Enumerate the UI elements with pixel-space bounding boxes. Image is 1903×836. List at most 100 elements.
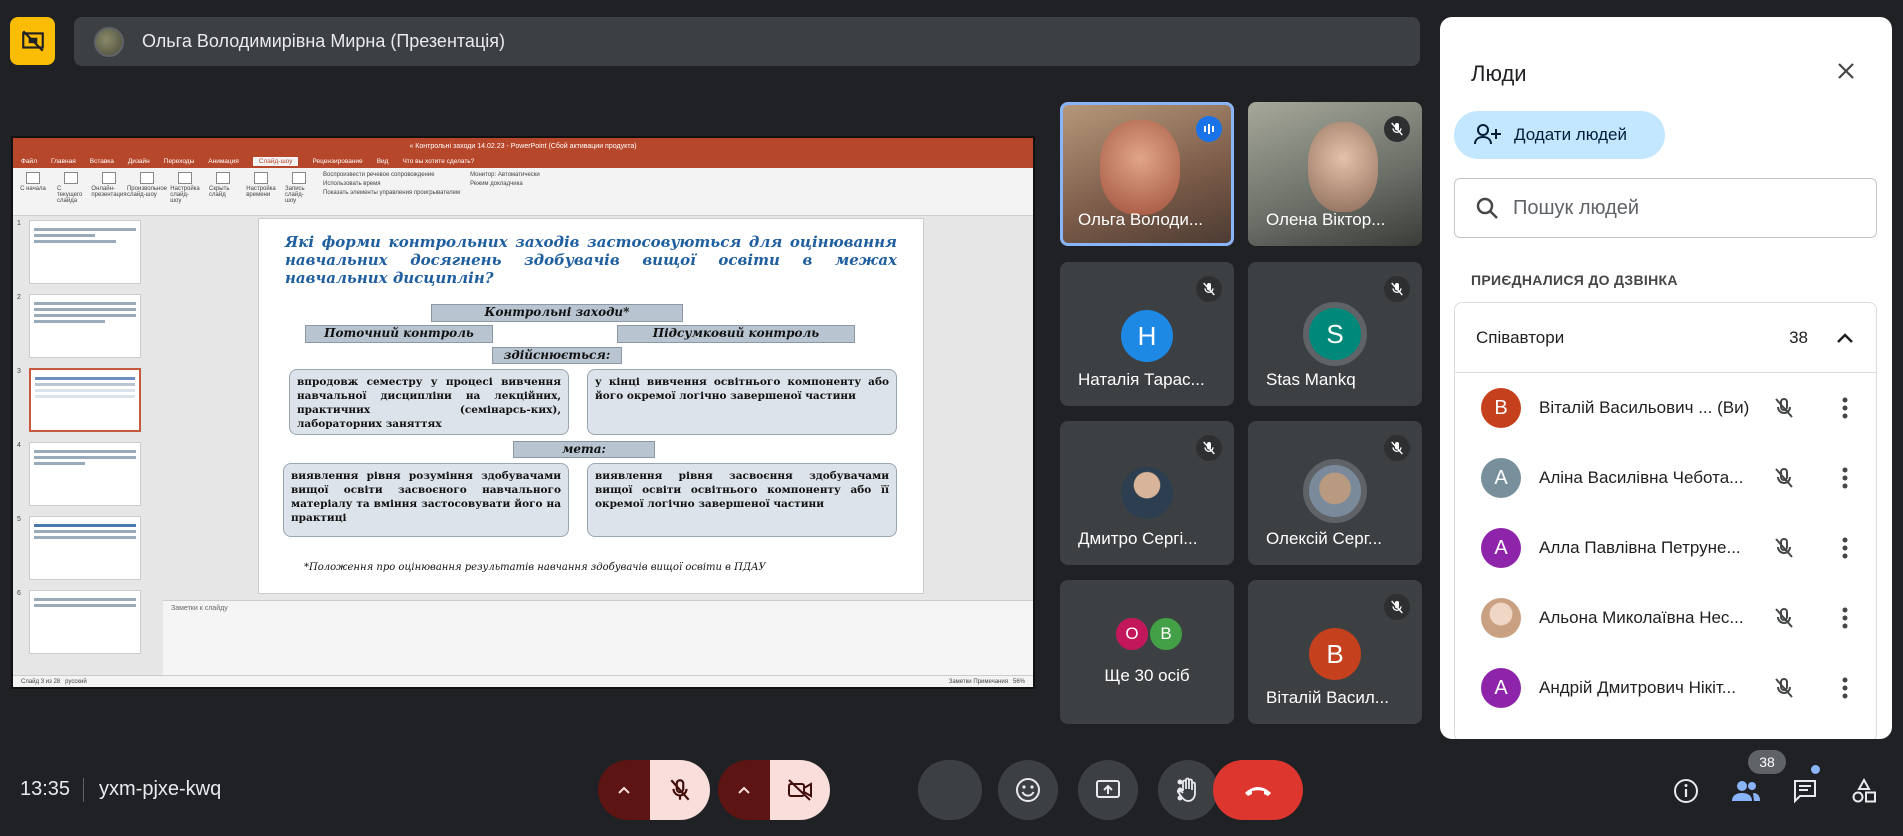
ppt-thumbnails: 1 2 3 4 5 6: [13, 216, 163, 675]
present-button[interactable]: [1078, 760, 1138, 820]
ppt-tab: Главная: [50, 157, 76, 165]
person-name: Віталій Васильович ... (Ви): [1539, 398, 1750, 417]
chevron-up-icon: [738, 786, 750, 794]
slide-goal-box: мета:: [513, 441, 655, 458]
more-vert-icon: [1842, 537, 1848, 559]
participant-tile[interactable]: Олена Віктор...: [1248, 102, 1422, 246]
meeting-time: 13:35: [20, 778, 71, 800]
ppt-status-bar: Слайд 3 из 28 русский Заметки Примечания…: [13, 675, 1033, 687]
emoji-icon: [1016, 778, 1040, 802]
mic-off-icon: [1384, 116, 1410, 142]
slide-area: Які форми контрольних заходів застосовую…: [163, 216, 1033, 675]
ppt-ribbon: С начала С текущего слайда Онлайн-презен…: [13, 168, 1033, 216]
slide-final-box: Підсумковий контроль: [617, 325, 855, 343]
person-row[interactable]: А Андрій Дмитрович Нікіт...: [1455, 653, 1876, 723]
section-label: ПРИЄДНАЛИСЯ ДО ДЗВІНКА: [1471, 272, 1678, 288]
search-people-input[interactable]: Пошук людей: [1454, 178, 1877, 238]
ppt-tabs: Файл Главная Вставка Дизайн Переходы Ани…: [13, 154, 1033, 168]
participant-avatar: S: [1303, 302, 1367, 366]
person-avatar: [1481, 598, 1521, 638]
participant-tile[interactable]: Дмитро Сергі...: [1060, 421, 1234, 565]
participant-tile[interactable]: Олексій Серг...: [1248, 421, 1422, 565]
person-name: Аліна Василівна Чебота...: [1539, 468, 1744, 487]
close-icon[interactable]: [1830, 55, 1862, 87]
ppt-ribbon-button: Скрыть слайд: [209, 172, 237, 211]
mic-off-icon: [1775, 678, 1793, 698]
group-header[interactable]: Співавтори 38: [1455, 303, 1876, 373]
mic-off-icon: [1775, 538, 1793, 558]
people-button[interactable]: [1730, 775, 1762, 807]
chevron-up-icon: [618, 786, 630, 794]
panel-title: Люди: [1471, 61, 1527, 86]
ppt-tab: Файл: [21, 157, 37, 165]
camera-control: [718, 760, 830, 820]
ppt-tab: Рецензирование: [312, 157, 363, 165]
person-row[interactable]: В Віталій Васильович ... (Ви): [1455, 373, 1876, 443]
participant-avatar: В: [1309, 628, 1361, 680]
participant-avatar: [1303, 459, 1367, 523]
ppt-ribbon-button: Запись слайд-шоу: [285, 172, 313, 211]
ppt-tab: Переходы: [163, 157, 195, 165]
camera-off-icon: [788, 779, 812, 801]
participant-tile[interactable]: Н Наталія Тарас...: [1060, 262, 1234, 406]
person-row[interactable]: А Алла Павлівна Петруне...: [1455, 513, 1876, 583]
slide-title: Які форми контрольних заходів застосовую…: [285, 233, 897, 287]
mic-off-icon: [1196, 435, 1222, 461]
slide-control-box: Контрольні заходи*: [431, 304, 683, 322]
participant-name: Ольга Володи...: [1078, 210, 1204, 229]
group-name: Співавтори: [1476, 327, 1565, 347]
mic-options-button[interactable]: [598, 760, 650, 820]
activities-icon: [1852, 778, 1876, 803]
people-count-badge: 38: [1748, 750, 1786, 774]
add-people-button[interactable]: Додати людей: [1454, 111, 1665, 159]
chat-button[interactable]: [1789, 775, 1821, 807]
participant-video: [1308, 122, 1378, 212]
ppt-tab: Вставка: [89, 157, 114, 165]
more-participants-label: Ще 30 осіб: [1104, 666, 1190, 685]
participant-tile[interactable]: S Stas Mankq: [1248, 262, 1422, 406]
camera-toggle-button[interactable]: [770, 760, 830, 820]
presenter-bar: Ольга Володимирівна Мирна (Презентація): [74, 17, 1420, 66]
slide-thumb: 5: [17, 516, 163, 580]
person-row[interactable]: Альона Миколаївна Нес...: [1455, 583, 1876, 653]
ppt-title-bar: « Контрольні заходи 14.02.23 - PowerPoin…: [13, 138, 1033, 154]
ppt-ribbon-button: Произвольное слайд-шоу: [127, 172, 167, 211]
mic-toggle-button[interactable]: [650, 760, 710, 820]
participant-name: Наталія Тарас...: [1078, 370, 1205, 389]
person-name: Альона Миколаївна Нес...: [1539, 608, 1744, 627]
participant-avatar: Н: [1121, 310, 1173, 362]
slide-thumb: 6: [17, 590, 163, 654]
person-name: Андрій Дмитрович Нікіт...: [1539, 678, 1736, 697]
participant-tile[interactable]: Ольга Володи...: [1060, 102, 1234, 246]
participant-name: Віталій Васил...: [1266, 688, 1389, 707]
presenter-title: Ольга Володимирівна Мирна (Презентація): [142, 31, 505, 51]
slide-thumb: 4: [17, 442, 163, 506]
person-row[interactable]: А Аліна Василівна Чебота...: [1455, 443, 1876, 513]
search-placeholder: Пошук людей: [1513, 196, 1640, 219]
present-icon: [1096, 780, 1120, 798]
mic-off-icon: [1775, 468, 1793, 488]
leave-call-button[interactable]: [1213, 760, 1303, 820]
ppt-tab-active: Слайд-шоу: [252, 156, 299, 166]
ppt-ribbon-button: С текущего слайда: [57, 172, 85, 211]
person-avatar: А: [1481, 528, 1521, 568]
participant-avatar: О: [1114, 616, 1150, 652]
more-vert-icon-wrap[interactable]: [1166, 760, 1194, 820]
presentation-indicator[interactable]: [10, 17, 55, 65]
ppt-body: 1 2 3 4 5 6 Які форми контрольних заході…: [13, 216, 1033, 675]
activities-button[interactable]: [1848, 775, 1880, 807]
person-name: Алла Павлівна Петруне...: [1539, 538, 1741, 557]
more-vert-icon: [1842, 467, 1848, 489]
slide-notes: Заметки к слайду: [163, 600, 1033, 675]
more-participants-tile[interactable]: О В Ще 30 осіб: [1060, 580, 1234, 724]
shared-screen: « Контрольні заходи 14.02.23 - PowerPoin…: [11, 136, 1035, 689]
participant-tile[interactable]: В Віталій Васил...: [1248, 580, 1422, 724]
ppt-tab: Что вы хотите сделать?: [402, 157, 475, 165]
info-icon: [1674, 779, 1698, 803]
emoji-button[interactable]: [998, 760, 1058, 820]
slide-current-box: Поточний контроль: [305, 325, 493, 343]
meeting-info-button[interactable]: [1670, 775, 1702, 807]
add-people-label: Додати людей: [1514, 125, 1627, 144]
camera-options-button[interactable]: [718, 760, 770, 820]
ppt-tab: Анимация: [208, 157, 239, 165]
